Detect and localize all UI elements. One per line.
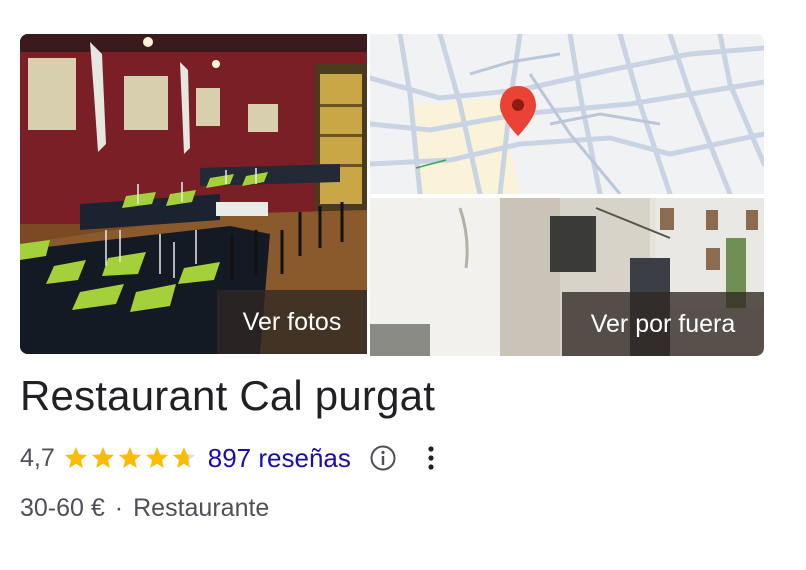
map-illustration: [370, 34, 764, 194]
place-meta: 30-60 € · Restaurante: [20, 490, 269, 526]
view-outside-button[interactable]: Ver por fuera: [562, 292, 764, 356]
star-icon: [91, 446, 114, 468]
photo-gallery: Ver fotos Ver por fuera: [20, 34, 764, 356]
map-preview[interactable]: [370, 34, 764, 194]
star-icon: [145, 446, 168, 468]
view-photos-button[interactable]: Ver fotos: [217, 290, 367, 354]
more-vert-icon[interactable]: [417, 444, 445, 472]
place-title: Restaurant Cal purgat: [20, 372, 436, 419]
reviews-link[interactable]: 897 reseñas: [208, 443, 351, 474]
place-category: Restaurante: [133, 493, 270, 522]
separator: ·: [114, 493, 124, 522]
star-icon: [64, 446, 87, 468]
street-view-photo[interactable]: Ver por fuera: [370, 198, 764, 356]
rating-row: 4,7 897 reseñas: [20, 438, 445, 478]
price-range: 30-60 €: [20, 493, 105, 522]
rating-value: 4,7: [20, 443, 55, 472]
star-icon: [172, 446, 195, 468]
rating-stars: [63, 445, 198, 471]
star-icon: [118, 446, 141, 468]
info-icon[interactable]: [369, 444, 397, 472]
interior-photo[interactable]: Ver fotos: [20, 34, 367, 354]
